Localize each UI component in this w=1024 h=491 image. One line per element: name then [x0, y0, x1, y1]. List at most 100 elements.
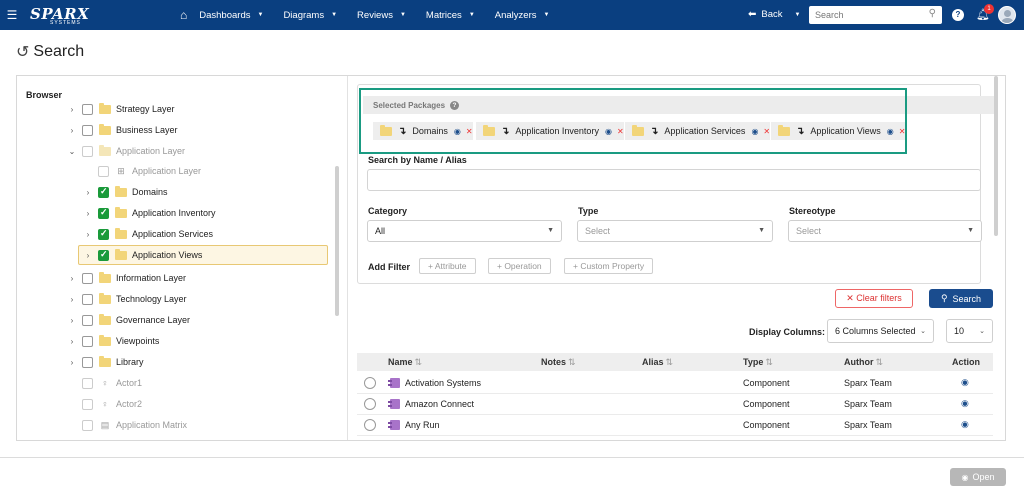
avatar[interactable] [998, 6, 1016, 24]
chevron-right-icon[interactable]: › [67, 126, 77, 135]
view-eye-icon[interactable]: ◉ [961, 419, 969, 430]
tree-checkbox-checked[interactable] [98, 207, 109, 219]
nav-diagrams[interactable]: Diagrams ▼ [283, 10, 337, 21]
category-select[interactable]: All ▼ [367, 220, 562, 242]
view-eye-icon[interactable]: ◉ [961, 398, 969, 409]
nav-reviews[interactable]: Reviews ▼ [357, 10, 406, 21]
search-icon[interactable]: ⚲ [929, 8, 936, 19]
tree-checkbox[interactable] [98, 165, 109, 177]
tree-checkbox[interactable] [82, 398, 93, 410]
tree-checkbox-checked[interactable] [98, 249, 109, 261]
cell-author: Sparx Team [844, 420, 892, 430]
chevron-right-icon[interactable]: › [83, 230, 93, 239]
back-button[interactable]: ⬅ Back ▼ [748, 9, 800, 20]
tree-item-application-inventory[interactable]: › Application Inventory [83, 204, 216, 222]
tree-label: Application Layer [132, 166, 202, 176]
home-icon[interactable]: ⌂ [180, 8, 187, 22]
search-button[interactable]: ⚲ Search [929, 289, 993, 308]
table-row[interactable]: Amazon Connect Component Sparx Team ◉ [357, 394, 993, 415]
name-alias-input[interactable] [367, 169, 981, 191]
sort-icon[interactable]: ⇅ [876, 357, 884, 367]
add-custom-property-button[interactable]: + Custom Property [564, 258, 654, 274]
add-operation-button[interactable]: + Operation [488, 258, 551, 274]
row-radio[interactable] [364, 398, 376, 410]
type-select[interactable]: Select ▼ [577, 220, 773, 242]
sort-icon[interactable]: ⇅ [765, 357, 773, 367]
tree-item-application-layer-diagram[interactable]: ⊞ Application Layer [93, 162, 201, 180]
add-attribute-button[interactable]: + Attribute [419, 258, 476, 274]
view-eye-icon[interactable]: ◉ [961, 377, 969, 388]
table-row[interactable]: Any Run Component Sparx Team ◉ [357, 415, 993, 436]
nav-analyzers[interactable]: Analyzers ▼ [495, 10, 550, 21]
chevron-down-icon[interactable]: ⌄ [67, 147, 77, 156]
tree-item-application-matrix[interactable]: ▤ Application Matrix [77, 416, 187, 434]
col-author[interactable]: Author ⇅ [844, 357, 883, 368]
tree-item-actor1[interactable]: ♀ Actor1 [77, 374, 142, 392]
tree-item-application-services[interactable]: › Application Services [83, 225, 213, 243]
col-notes[interactable]: Notes ⇅ [541, 357, 576, 368]
chevron-right-icon[interactable]: › [67, 358, 77, 367]
tree-checkbox[interactable] [82, 145, 93, 157]
col-label: Author [844, 357, 874, 367]
chevron-right-icon[interactable]: › [67, 316, 77, 325]
sort-icon[interactable]: ⇅ [666, 357, 674, 367]
tree-item-strategy-layer[interactable]: › Strategy Layer [67, 100, 175, 118]
tree-checkbox-checked[interactable] [98, 186, 109, 198]
tree-item-business-layer[interactable]: › Business Layer [67, 121, 178, 139]
tree-checkbox[interactable] [82, 293, 93, 305]
table-row[interactable]: Activation Systems Component Sparx Team … [357, 373, 993, 394]
tree-checkbox[interactable] [82, 377, 93, 389]
tree-checkbox[interactable] [82, 419, 93, 431]
tree-checkbox[interactable] [82, 124, 93, 136]
tree-checkbox[interactable] [82, 335, 93, 347]
tree-item-technology-layer[interactable]: › Technology Layer [67, 290, 187, 308]
row-radio[interactable] [364, 419, 376, 431]
cell-type: Component [743, 378, 790, 388]
global-search-input[interactable]: Search ⚲ [809, 6, 942, 24]
tree-item-domains[interactable]: › Domains [83, 183, 168, 201]
col-name[interactable]: Name ⇅ [388, 357, 422, 368]
results-scrollbar[interactable] [994, 76, 998, 236]
tree-checkbox[interactable] [82, 272, 93, 284]
tree-item-application-views[interactable]: › Application Views [78, 245, 328, 265]
tree-item-application-layer[interactable]: ⌄ Application Layer [67, 142, 185, 160]
tree-item-actor2[interactable]: ♀ Actor2 [77, 395, 142, 413]
chevron-right-icon[interactable]: › [67, 274, 77, 283]
chevron-right-icon[interactable]: › [83, 209, 93, 218]
page-size-select[interactable]: 10 ⌄ [946, 319, 993, 343]
tree-item-library[interactable]: › Library [67, 353, 144, 371]
caret-down-icon[interactable]: ▼ [795, 12, 801, 18]
sparx-logo[interactable]: SPARX SYSTEMS [30, 4, 110, 26]
tree-checkbox[interactable] [82, 356, 93, 368]
main-panel: Browser › Strategy Layer › Business Layer … [16, 75, 1006, 441]
tree-checkbox[interactable] [82, 314, 93, 326]
clear-filters-button[interactable]: ✕ Clear filters [835, 289, 913, 308]
tree-item-governance-layer[interactable]: › Governance Layer [67, 311, 190, 329]
tree-label: Actor1 [116, 378, 143, 388]
sort-icon[interactable]: ⇅ [415, 357, 423, 367]
chevron-right-icon[interactable]: › [67, 105, 77, 114]
col-type[interactable]: Type ⇅ [743, 357, 773, 368]
chevron-right-icon[interactable]: › [83, 188, 93, 197]
nav-matrices[interactable]: Matrices ▼ [426, 10, 475, 21]
display-columns-select[interactable]: 6 Columns Selected ⌄ [827, 319, 934, 343]
hamburger-menu-icon[interactable]: ☰ [2, 8, 22, 22]
tree-item-information-layer[interactable]: › Information Layer [67, 269, 186, 287]
tree-item-viewpoints[interactable]: › Viewpoints [67, 332, 159, 350]
tree-checkbox-checked[interactable] [98, 228, 109, 240]
sort-icon[interactable]: ⇅ [568, 357, 576, 367]
caret-down-icon: ▼ [967, 227, 974, 234]
component-icon [388, 378, 400, 388]
browser-scrollbar[interactable] [335, 166, 339, 316]
open-button[interactable]: ◉ Open [950, 468, 1006, 486]
chevron-right-icon[interactable]: › [67, 337, 77, 346]
chevron-right-icon[interactable]: › [67, 295, 77, 304]
tree-checkbox[interactable] [82, 103, 93, 115]
category-label: Category [368, 206, 408, 216]
col-alias[interactable]: Alias ⇅ [642, 357, 673, 368]
nav-dashboards[interactable]: Dashboards ▼ [199, 10, 263, 21]
stereotype-select[interactable]: Select ▼ [788, 220, 982, 242]
help-icon[interactable]: ? [952, 9, 964, 21]
row-radio[interactable] [364, 377, 376, 389]
chevron-right-icon[interactable]: › [83, 251, 93, 260]
